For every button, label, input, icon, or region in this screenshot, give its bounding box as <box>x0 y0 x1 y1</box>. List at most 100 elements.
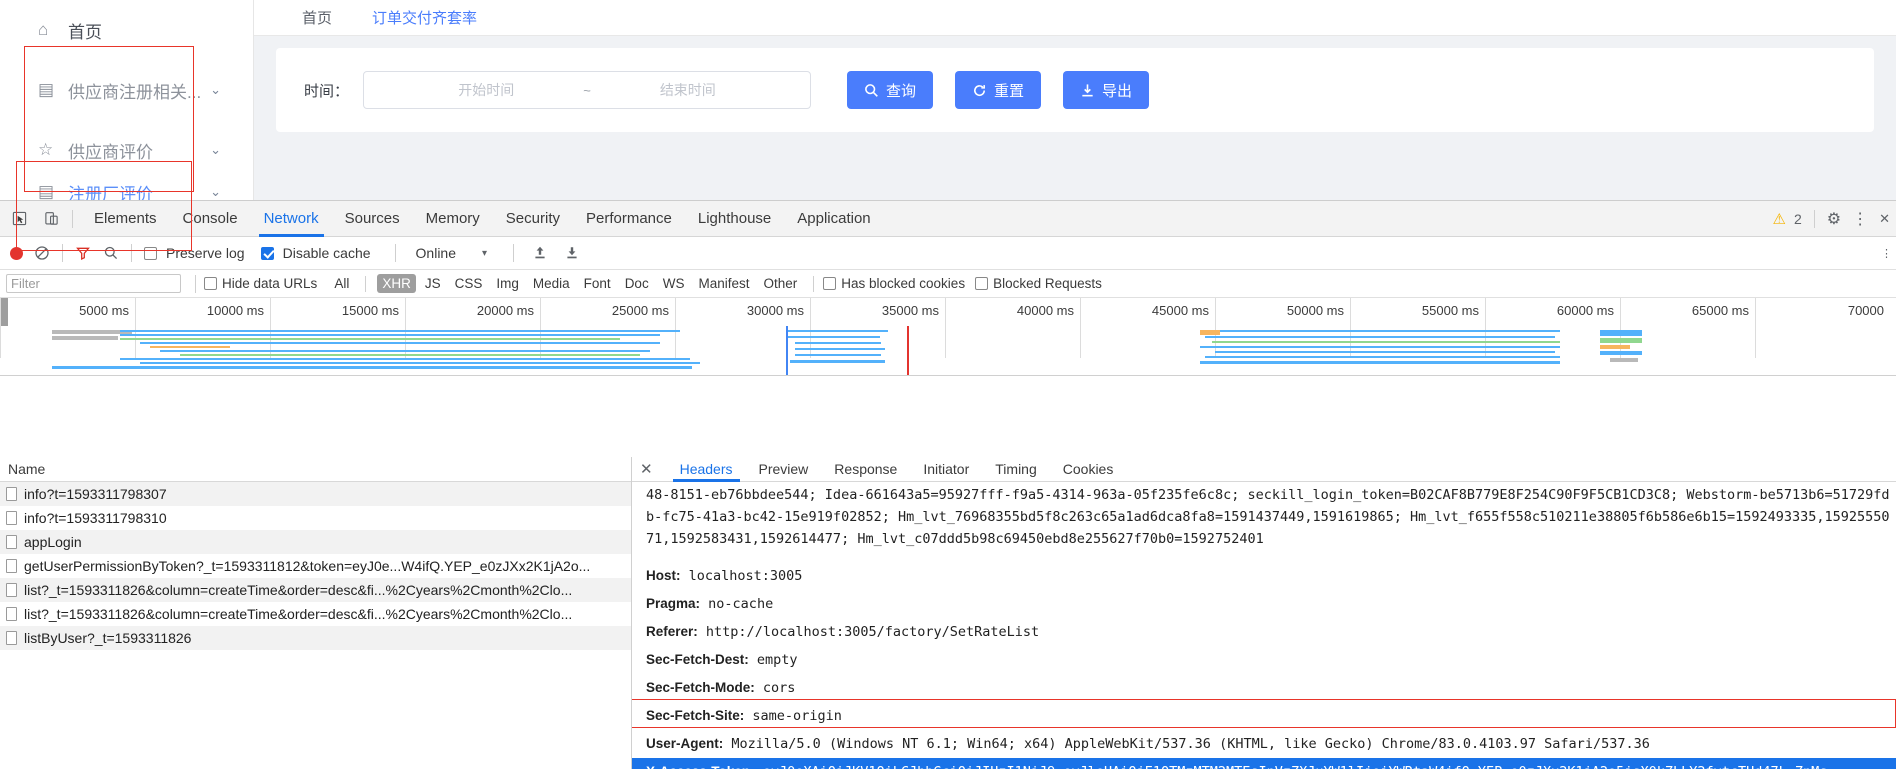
header-row-sec-fetch-dest: Sec-Fetch-Dest: empty <box>646 646 1896 674</box>
timeline-ruler: 5000 ms 10000 ms 15000 ms 20000 ms 25000… <box>0 298 1896 358</box>
close-detail-icon[interactable]: ✕ <box>640 462 653 477</box>
type-filter-other[interactable]: Other <box>758 274 802 293</box>
search-icon[interactable] <box>103 245 119 261</box>
header-name: X-Access-Token: <box>646 764 755 769</box>
table-row[interactable]: info?t=1593311798310 <box>0 506 631 530</box>
network-overview-timeline[interactable]: 5000 ms 10000 ms 15000 ms 20000 ms 25000… <box>0 298 1896 376</box>
table-row[interactable]: list?_t=1593311826&column=createTime&ord… <box>0 602 631 626</box>
toggle-device-toolbar-icon[interactable] <box>38 206 64 232</box>
timeline-tick: 10000 ms <box>206 303 264 318</box>
tab-sources[interactable]: Sources <box>332 201 413 237</box>
header-value: Mozilla/5.0 (Windows NT 6.1; Win64; x64)… <box>731 736 1650 752</box>
requests-column-header[interactable]: Name <box>0 457 631 482</box>
sidebar-item-label: 供应商注册相关... <box>68 82 202 102</box>
filter-input[interactable]: Filter <box>6 274 181 293</box>
toolbar-divider <box>1813 210 1815 228</box>
header-value: no-cache <box>708 596 774 612</box>
chevron-down-icon[interactable]: ⌄ <box>210 142 221 158</box>
controls-divider <box>513 244 515 262</box>
chevron-down-icon[interactable]: ⌄ <box>210 82 221 98</box>
export-button[interactable]: 导出 <box>1063 71 1150 109</box>
sidebar-item-home[interactable]: ⌂ 首页 <box>0 0 253 60</box>
header-row-x-access-token[interactable]: X-Access-Token: eyJ0eXAiOiJKV1QiLCJhbGci… <box>632 758 1896 769</box>
tab-console[interactable]: Console <box>170 201 251 237</box>
reset-button[interactable]: 重置 <box>955 71 1042 109</box>
end-time-input[interactable]: 结束时间 <box>613 80 763 100</box>
detail-tab-list: ✕ Headers Preview Response Initiator Tim… <box>632 457 1896 482</box>
table-row[interactable]: listByUser?_t=1593311826 <box>0 626 631 650</box>
request-name: list?_t=1593311826&column=createTime&ord… <box>24 606 573 622</box>
table-row[interactable]: getUserPermissionByToken?_t=1593311812&t… <box>0 554 631 578</box>
sidebar-item-factory-evaluation[interactable]: ▤ 注册厂评价 ⌄ <box>0 180 253 200</box>
type-filter-doc[interactable]: Doc <box>620 274 654 293</box>
timeline-tick: 40000 ms <box>1016 303 1074 318</box>
warning-icon[interactable]: ⚠ <box>1773 210 1786 228</box>
sidebar-item-label: 首页 <box>68 22 102 42</box>
network-throttling-select[interactable]: Online <box>416 245 456 261</box>
tab-response[interactable]: Response <box>821 457 910 482</box>
has-blocked-cookies-checkbox[interactable] <box>823 277 837 290</box>
tab-headers[interactable]: Headers <box>667 457 746 482</box>
import-har-icon[interactable] <box>532 245 548 261</box>
inspect-element-icon[interactable] <box>6 206 32 232</box>
chevron-down-icon[interactable]: ▾ <box>482 248 487 259</box>
tab-preview[interactable]: Preview <box>746 457 822 482</box>
type-filter-font[interactable]: Font <box>579 274 616 293</box>
disable-cache-checkbox[interactable] <box>260 246 274 260</box>
filter-icon[interactable] <box>75 245 91 261</box>
header-row-sec-fetch-mode: Sec-Fetch-Mode: cors <box>646 674 1896 702</box>
tab-application[interactable]: Application <box>784 201 883 237</box>
close-icon[interactable]: ✕ <box>1879 211 1890 227</box>
tab-lighthouse[interactable]: Lighthouse <box>685 201 784 237</box>
filters-divider <box>813 275 815 292</box>
devtools-toolbar: Elements Console Network Sources Memory … <box>0 201 1896 237</box>
tab-home[interactable]: 首页 <box>302 7 332 28</box>
tab-performance[interactable]: Performance <box>573 201 685 237</box>
export-har-icon[interactable] <box>564 245 580 261</box>
start-time-input[interactable]: 开始时间 <box>411 80 561 100</box>
type-filter-js[interactable]: JS <box>420 274 446 293</box>
table-row[interactable]: appLogin <box>0 530 631 554</box>
tab-memory[interactable]: Memory <box>413 201 493 237</box>
header-row-sec-fetch-site: Sec-Fetch-Site: same-origin <box>646 702 1896 730</box>
table-row[interactable]: list?_t=1593311826&column=createTime&ord… <box>0 578 631 602</box>
tab-cookies[interactable]: Cookies <box>1050 457 1127 482</box>
preserve-log-checkbox[interactable] <box>144 246 157 260</box>
type-filter-media[interactable]: Media <box>528 274 575 293</box>
record-icon[interactable] <box>10 246 23 260</box>
tab-initiator[interactable]: Initiator <box>910 457 982 482</box>
more-options-icon[interactable]: ⋮ <box>1845 209 1875 229</box>
sidebar-item-supplier-evaluation[interactable]: ☆ 供应商评价 ⌄ <box>0 120 253 180</box>
sidebar-item-supplier-registration[interactable]: ▤ 供应商注册相关... ⌄ <box>0 60 253 120</box>
type-filter-xhr[interactable]: XHR <box>377 274 416 293</box>
type-filter-css[interactable]: CSS <box>450 274 488 293</box>
type-filter-ws[interactable]: WS <box>658 274 690 293</box>
tab-order-delivery-rate[interactable]: 订单交付齐套率 <box>372 7 477 28</box>
timeline-tick: 70000 <box>1847 303 1884 318</box>
request-headers-body: 48-8151-eb76bbdee544; Idea-661643a5=9592… <box>632 482 1896 769</box>
hide-data-urls-label: Hide data URLs <box>222 276 318 291</box>
blocked-requests-checkbox[interactable] <box>975 277 989 290</box>
type-filter-manifest[interactable]: Manifest <box>693 274 754 293</box>
gear-icon[interactable]: ⚙ <box>1827 209 1841 229</box>
tab-timing[interactable]: Timing <box>982 457 1050 482</box>
search-button[interactable]: 查询 <box>847 71 934 109</box>
date-range-picker[interactable]: 开始时间 ~ 结束时间 <box>363 71 812 109</box>
type-filter-img[interactable]: Img <box>491 274 524 293</box>
clear-icon[interactable] <box>34 245 50 261</box>
header-row-host: Host: localhost:3005 <box>646 562 1896 590</box>
tab-network[interactable]: Network <box>251 201 332 237</box>
tab-elements[interactable]: Elements <box>81 201 170 237</box>
devtools-tab-list: Elements Console Network Sources Memory … <box>81 201 884 237</box>
chevron-down-icon[interactable]: ⌄ <box>210 184 221 200</box>
refresh-icon <box>974 84 986 96</box>
reset-button-label: 重置 <box>994 82 1025 100</box>
header-name: Sec-Fetch-Mode: <box>646 680 755 695</box>
sidebar-item-label: 供应商评价 <box>68 142 153 162</box>
table-row[interactable]: info?t=1593311798307 <box>0 482 631 506</box>
hide-data-urls-checkbox[interactable] <box>204 277 217 290</box>
overflow-icon[interactable]: ⋮ <box>1881 247 1892 260</box>
type-filter-all[interactable]: All <box>329 274 354 293</box>
tab-security[interactable]: Security <box>493 201 573 237</box>
header-name: Sec-Fetch-Dest: <box>646 652 749 667</box>
